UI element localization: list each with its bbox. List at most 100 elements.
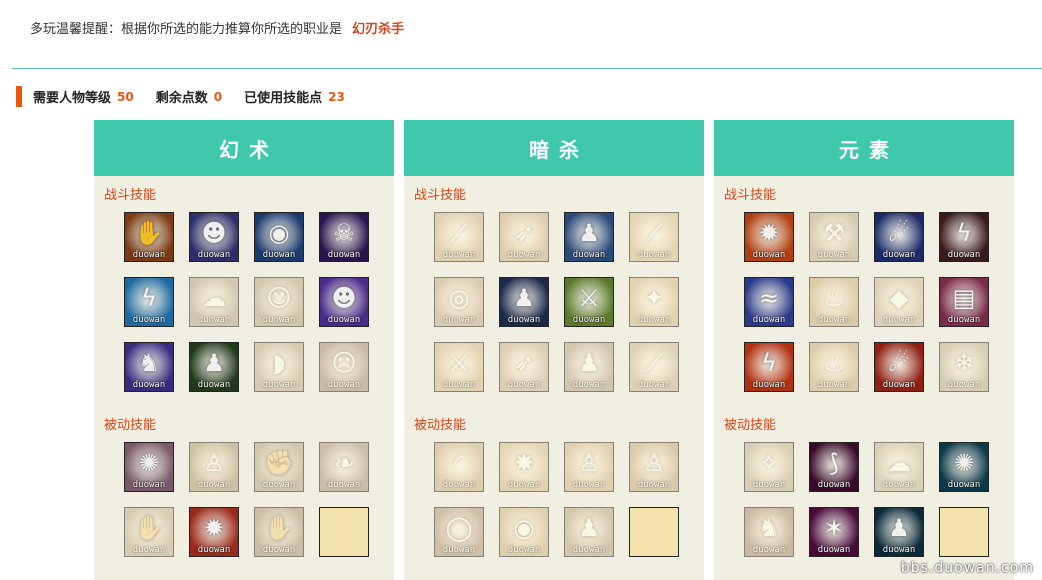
skill-icon-eye[interactable]: ◉ duowan [499,507,549,557]
used-label: 已使用技能点 [244,91,323,106]
skill-icon-target[interactable]: ◎ duowan [434,277,484,327]
skill-icon-dark-head[interactable]: ☻ duowan [189,212,239,262]
icon-watermark: duowan [132,380,166,390]
skill-icon-warrior[interactable]: ♞ duowan [744,507,794,557]
skill-icon-shell[interactable]: ◗ duowan [254,342,304,392]
site-watermark: bbs.duowan.com [900,560,1034,576]
icon-watermark: duowan [197,480,231,490]
icon-watermark: duowan [572,315,606,325]
skill-icon-ice[interactable]: ❄ duowan [939,342,989,392]
red-lightning-icon: ϟ [956,219,972,247]
skill-icon-flame[interactable]: ♨ duowan [809,277,859,327]
strike-icon: ✦ [643,284,665,312]
skill-icon-explosion[interactable]: ✹ duowan [189,507,239,557]
skill-icon-aura[interactable]: ✧ duowan [744,442,794,492]
skill-icon-assassin[interactable]: ♟ duowan [564,212,614,262]
icon-watermark: duowan [572,250,606,260]
skill-icon-hand[interactable]: ✋ duowan [124,212,174,262]
skill-icon-arc[interactable]: ◜ duowan [434,442,484,492]
combat-skills-label: 战斗技能 [414,188,467,203]
skill-icon-blue-wave[interactable]: ≈ duowan [744,277,794,327]
ice-icon: ❄ [953,349,975,377]
skill-icon-arm[interactable]: ♙ duowan [564,442,614,492]
skill-icon-red-lightning[interactable]: ϟ duowan [939,212,989,262]
skill-icon-pink-star[interactable]: ✶ duowan [809,507,859,557]
icon-watermark: duowan [947,250,981,260]
panel-title[interactable]: 元素 [714,120,1014,176]
icon-watermark: duowan [132,545,166,555]
passive-skill-grid: ✧ duowan ⟆ duowan ☁ duowan ✺ duowan ♞ duowan ✶ duow… [744,442,989,557]
skill-icon-comet[interactable]: ☄ duowan [874,212,924,262]
skill-icon-beast[interactable]: ♞ duowan [124,342,174,392]
icon-watermark: duowan [817,545,851,555]
skill-icon-sword[interactable]: ⚔ duowan [434,342,484,392]
skill-icon-burst[interactable]: ✸ duowan [499,442,549,492]
skill-icon-demon-face[interactable]: ☠ duowan [319,212,369,262]
skill-icon-meteor[interactable]: ☄ duowan [874,342,924,392]
skill-icon-shovel[interactable]: ⚒ duowan [809,212,859,262]
skill-icon-claw[interactable]: ✋ duowan [124,507,174,557]
skill-icon-blaze[interactable]: ♨ duowan [809,342,859,392]
icon-watermark: duowan [817,380,851,390]
eye-icon: ◉ [513,514,535,542]
skill-icon-fire-bolt[interactable]: ϟ duowan [744,342,794,392]
skill-icon-rush[interactable]: ➶ duowan [499,342,549,392]
skill-icon-scroll[interactable]: ▤ duowan [939,277,989,327]
skill-icon-fist[interactable]: ✊ duowan [254,442,304,492]
skill-icon-body[interactable]: ♙ duowan [629,442,679,492]
icon-watermark: duowan [132,480,166,490]
skill-icon-pose[interactable]: ♟ duowan [564,507,614,557]
skill-icon-vortex[interactable]: ✺ duowan [939,442,989,492]
combat-skill-grid: ⟋ duowan ➶ duowan ♟ duowan ⟋ duowan ◎ duowan ♟ duow… [434,212,679,392]
combat-skill-grid: ✹ duowan ⚒ duowan ☄ duowan ϟ duowan ≈ duowan ♨ duow… [744,212,989,392]
green-figure-icon: ♟ [203,349,225,377]
skill-icon-spiral[interactable]: ✺ duowan [124,442,174,492]
skill-icon-glow-head[interactable]: ☺ duowan [254,277,304,327]
dash-icon: ➶ [513,219,535,247]
skill-icon-ice-mage[interactable]: ♟ duowan [874,507,924,557]
skill-icon-purple-head[interactable]: ☻ duowan [319,277,369,327]
monster-icon: ☹ [331,349,357,377]
icon-watermark: duowan [197,380,231,390]
panel-title[interactable]: 暗杀 [404,120,704,176]
pink-slash-icon: ⟆ [829,449,839,477]
skill-icon-mist[interactable]: ☁ duowan [874,442,924,492]
skill-icon-green-figure[interactable]: ♟ duowan [189,342,239,392]
skill-icon-slash[interactable]: ⟋ duowan [434,212,484,262]
mist-icon: ☁ [887,449,911,477]
empty-skill-slot[interactable] [939,507,989,557]
used-value: 23 [328,89,345,104]
icon-watermark: duowan [947,480,981,490]
flame-icon: ♨ [823,284,845,312]
skill-icon-ring[interactable]: ◯ duowan [434,507,484,557]
skill-icon-fireball[interactable]: ✹ duowan [744,212,794,262]
skill-icon-blade[interactable]: ⟋ duowan [629,212,679,262]
skill-icon-dash[interactable]: ➶ duowan [499,212,549,262]
scroll-icon: ▤ [952,284,976,312]
rock-icon: ◆ [889,284,909,312]
skill-icon-grab[interactable]: ✋ duowan [254,507,304,557]
skill-icon-ghost[interactable]: ☁ duowan [189,277,239,327]
icon-watermark: duowan [817,480,851,490]
skill-icon-shadow[interactable]: ♟ duowan [499,277,549,327]
skill-icon-pink-slash[interactable]: ⟆ duowan [809,442,859,492]
panel-title[interactable]: 幻术 [94,120,394,176]
skill-icon-green-blade[interactable]: ⚔ duowan [564,277,614,327]
empty-skill-slot[interactable] [319,507,369,557]
skill-icon-planet[interactable]: ◉ duowan [254,212,304,262]
icon-watermark: duowan [882,315,916,325]
skill-icon-strike[interactable]: ✦ duowan [629,277,679,327]
skill-icon-rock[interactable]: ◆ duowan [874,277,924,327]
skill-icon-lightning-head[interactable]: ϟ duowan [124,277,174,327]
skill-icon-cut[interactable]: ⟋ duowan [629,342,679,392]
pose-icon: ♟ [578,514,600,542]
divider [12,68,1042,69]
figure-icon: ♟ [578,349,600,377]
claw-icon: ✋ [134,514,164,542]
empty-skill-slot[interactable] [629,507,679,557]
skill-icon-curl[interactable]: ❧ duowan [319,442,369,492]
skill-icon-monk[interactable]: ♙ duowan [189,442,239,492]
icon-watermark: duowan [572,545,606,555]
skill-icon-monster[interactable]: ☹ duowan [319,342,369,392]
skill-icon-figure[interactable]: ♟ duowan [564,342,614,392]
